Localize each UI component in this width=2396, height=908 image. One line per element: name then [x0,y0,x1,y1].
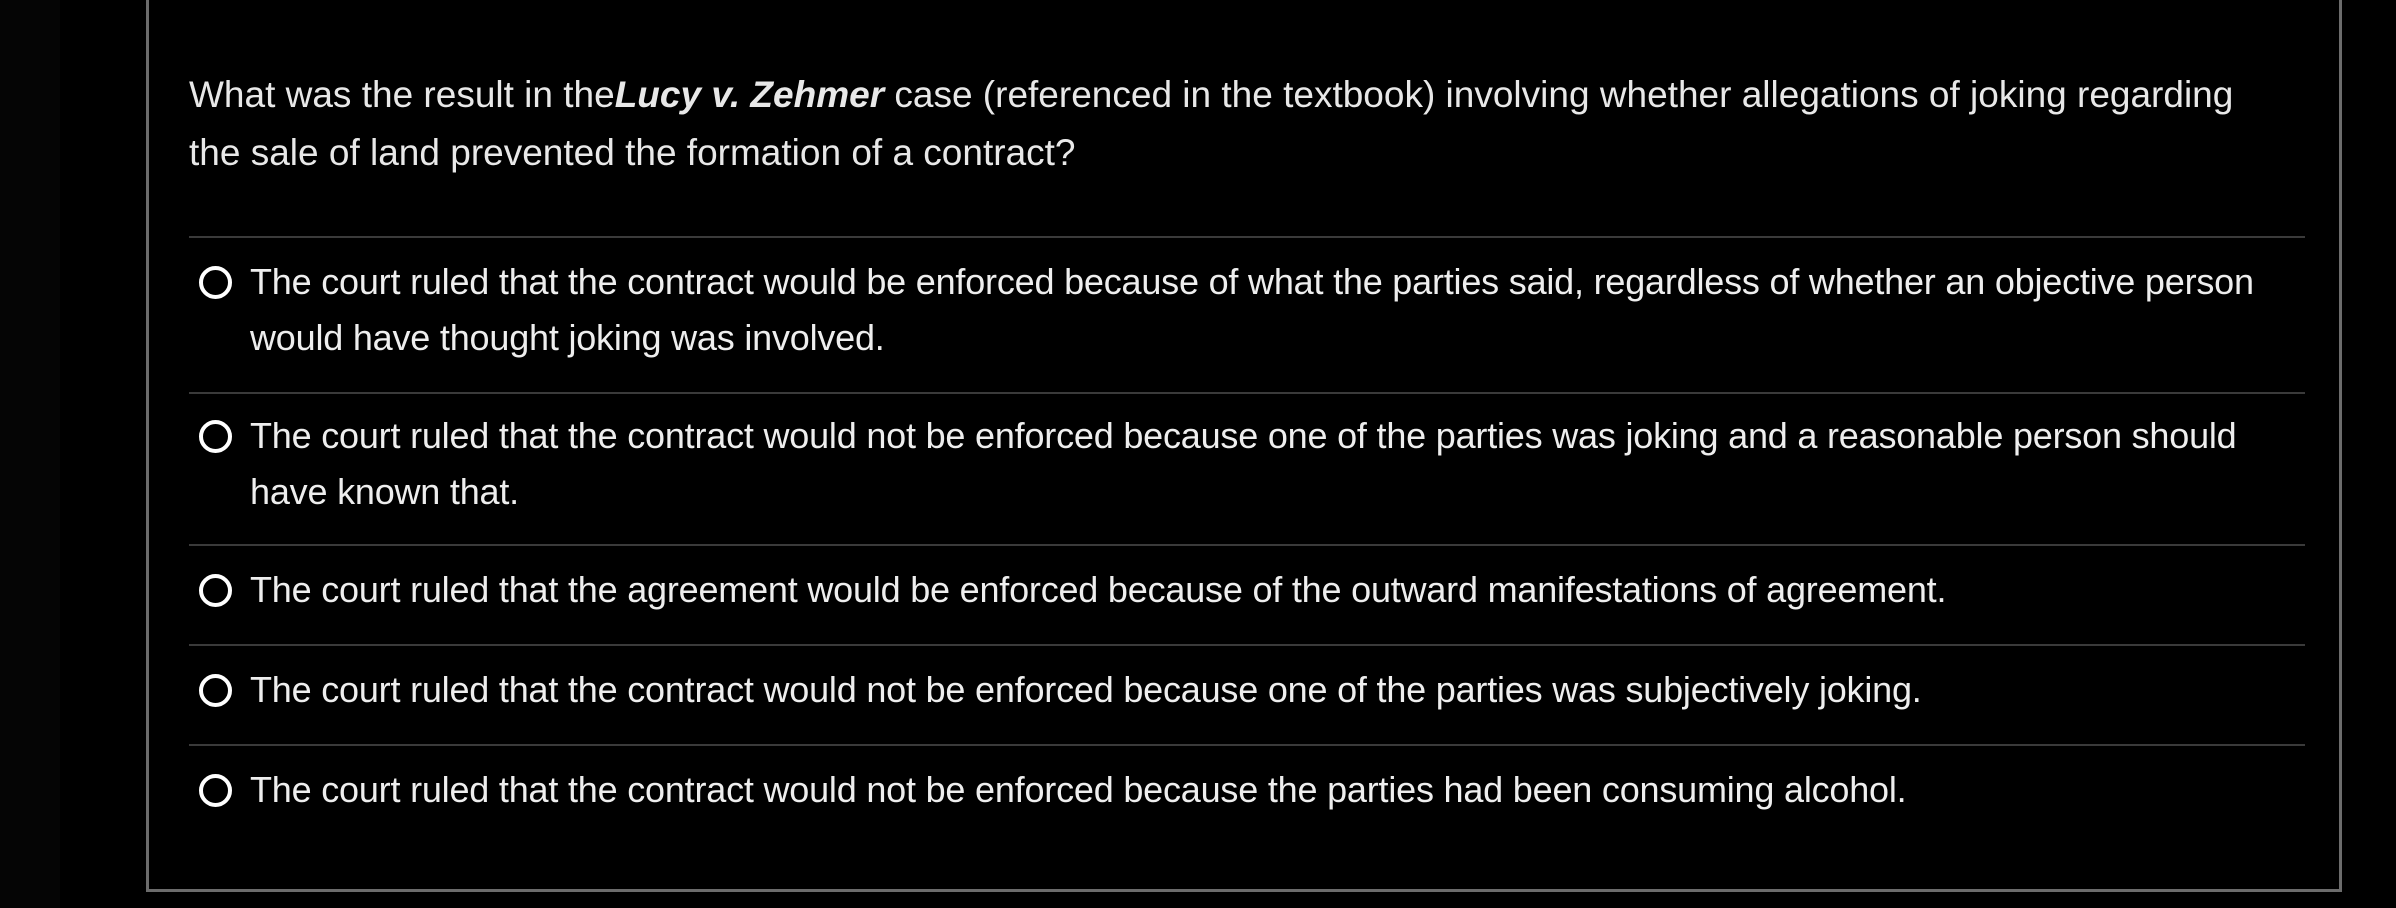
answer-option-1[interactable]: The court ruled that the contract would … [199,254,2289,366]
answer-option-label: The court ruled that the contract would … [250,415,2237,512]
divider [189,392,2305,394]
answer-option-5[interactable]: The court ruled that the contract would … [199,762,2289,818]
question-text: What was the result in theLucy v. Zehmer… [189,66,2269,182]
answer-option-label: The court ruled that the contract would … [250,769,1907,810]
question-case-name: Lucy v. Zehmer [614,74,885,115]
radio-button-icon[interactable] [199,266,232,299]
screen-bezel [0,0,60,908]
radio-button-icon[interactable] [199,774,232,807]
divider [189,744,2305,746]
quiz-question-card: What was the result in theLucy v. Zehmer… [146,0,2342,892]
question-prefix: What was the result in the [189,74,615,115]
answer-option-label: The court ruled that the agreement would… [250,569,1947,610]
divider [189,544,2305,546]
radio-button-icon[interactable] [199,420,232,453]
divider [189,644,2305,646]
answer-option-label: The court ruled that the contract would … [250,669,1922,710]
answer-option-label: The court ruled that the contract would … [250,261,2254,358]
answer-option-2[interactable]: The court ruled that the contract would … [199,408,2289,520]
answer-option-3[interactable]: The court ruled that the agreement would… [199,562,2289,618]
radio-button-icon[interactable] [199,574,232,607]
answer-option-4[interactable]: The court ruled that the contract would … [199,662,2289,718]
radio-button-icon[interactable] [199,674,232,707]
divider [189,236,2305,238]
